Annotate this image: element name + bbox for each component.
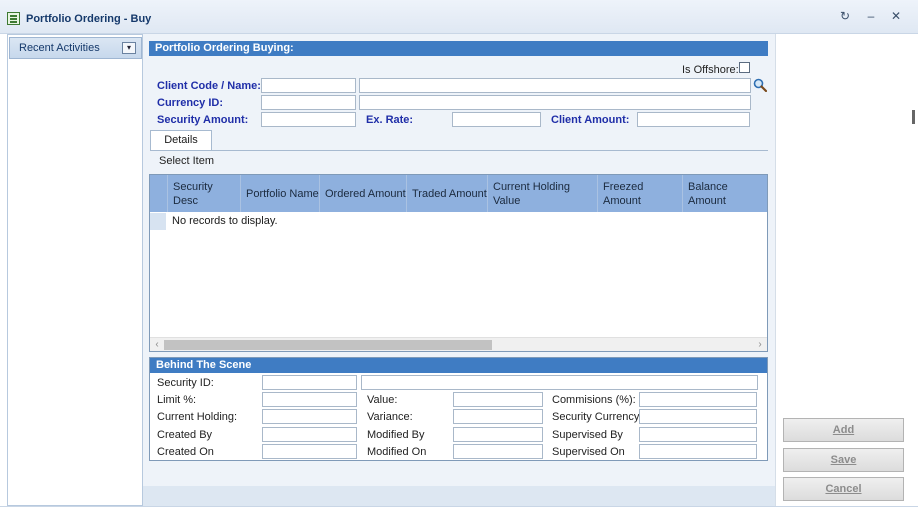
currency-id-input[interactable]	[261, 95, 356, 110]
supervised-by-label: Supervised By	[552, 429, 623, 441]
limit-label: Limit %:	[157, 394, 197, 406]
client-amount-label: Client Amount:	[551, 114, 630, 126]
status-bar	[0, 506, 918, 517]
security-currency-label: Security Currency:	[552, 411, 643, 423]
magnifier-icon[interactable]	[753, 78, 767, 92]
security-id-input[interactable]	[262, 375, 357, 390]
currency-id-label: Currency ID:	[157, 97, 224, 109]
close-icon[interactable]: ✕	[887, 8, 905, 24]
scroll-right-icon[interactable]: ›	[753, 338, 767, 351]
title-bar: Portfolio Ordering - Buy ↻ – ✕	[0, 0, 918, 34]
current-holding-label: Current Holding:	[157, 411, 238, 423]
actions-panel: Add Save Cancel	[775, 34, 918, 506]
modified-by-input[interactable]	[453, 427, 543, 442]
column-header-traded-amount[interactable]: Traded Amount	[406, 175, 487, 212]
current-holding-input[interactable]	[262, 409, 357, 424]
save-button[interactable]: Save	[783, 448, 904, 472]
is-offshore-checkbox[interactable]	[739, 62, 750, 73]
window-title: Portfolio Ordering - Buy	[26, 13, 152, 25]
horizontal-scrollbar[interactable]: ‹ ›	[150, 337, 767, 351]
security-name-input[interactable]	[361, 375, 758, 390]
tab-details[interactable]: Details	[150, 130, 212, 150]
security-amount-label: Security Amount:	[157, 114, 249, 126]
is-offshore-label: Is Offshore:	[682, 64, 739, 76]
value-label: Value:	[367, 394, 398, 406]
ex-rate-label: Ex. Rate:	[366, 114, 414, 126]
cancel-button[interactable]: Cancel	[783, 477, 904, 501]
window-edge-marker	[912, 110, 915, 124]
column-header-freezed-amount[interactable]: Freezed Amount	[597, 175, 682, 212]
form-icon	[7, 12, 20, 25]
security-id-label: Security ID:	[157, 377, 214, 389]
commissions-label: Commisions (%):	[552, 394, 636, 406]
created-on-input[interactable]	[262, 444, 357, 459]
supervised-by-input[interactable]	[639, 427, 757, 442]
section-header-buying: Portfolio Ordering Buying:	[149, 41, 768, 56]
security-currency-input[interactable]	[639, 409, 757, 424]
refresh-icon[interactable]: ↻	[836, 8, 854, 24]
ex-rate-input[interactable]	[452, 112, 541, 127]
client-code-input[interactable]	[261, 78, 356, 93]
created-on-label: Created On	[157, 446, 214, 458]
client-amount-input[interactable]	[637, 112, 750, 127]
details-grid: Security Desc Portfolio Name Ordered Amo…	[149, 174, 768, 352]
security-amount-input[interactable]	[261, 112, 356, 127]
limit-input[interactable]	[262, 392, 357, 407]
created-by-label: Created By	[157, 429, 213, 441]
created-by-input[interactable]	[262, 427, 357, 442]
commissions-input[interactable]	[639, 392, 757, 407]
client-code-label: Client Code / Name:	[157, 80, 261, 92]
supervised-on-label: Supervised On	[552, 446, 625, 458]
scrollbar-thumb[interactable]	[164, 340, 492, 350]
no-records-message: No records to display.	[172, 215, 278, 227]
recent-activities-panel: Recent Activities ▾	[7, 34, 143, 506]
row-selector	[150, 213, 166, 230]
variance-label: Variance:	[367, 411, 413, 423]
content-footer-band	[143, 486, 775, 506]
value-input[interactable]	[453, 392, 543, 407]
grid-header: Security Desc Portfolio Name Ordered Amo…	[150, 175, 767, 212]
column-header-security-desc[interactable]: Security Desc	[167, 175, 240, 212]
column-header-ordered-amount[interactable]: Ordered Amount	[319, 175, 406, 212]
chevron-down-icon[interactable]: ▾	[122, 42, 136, 54]
scroll-left-icon[interactable]: ‹	[150, 338, 164, 351]
minimize-icon[interactable]: –	[862, 8, 880, 24]
select-item-label: Select Item	[159, 155, 215, 167]
currency-name-input[interactable]	[359, 95, 751, 110]
add-button[interactable]: Add	[783, 418, 904, 442]
client-name-input[interactable]	[359, 78, 751, 93]
modified-on-label: Modified On	[367, 446, 427, 458]
section-header-behind-the-scene: Behind The Scene	[150, 358, 767, 373]
tab-divider	[150, 150, 768, 151]
modified-on-input[interactable]	[453, 444, 543, 459]
column-header-current-holding-value[interactable]: Current Holding Value	[487, 175, 597, 212]
variance-input[interactable]	[453, 409, 543, 424]
supervised-on-input[interactable]	[639, 444, 757, 459]
modified-by-label: Modified By	[367, 429, 425, 441]
recent-activities-label: Recent Activities	[19, 42, 100, 54]
recent-activities-bar[interactable]: Recent Activities ▾	[9, 37, 142, 59]
column-header-balance-amount[interactable]: Balance Amount	[682, 175, 767, 212]
column-header-portfolio-name[interactable]: Portfolio Name	[240, 175, 319, 212]
